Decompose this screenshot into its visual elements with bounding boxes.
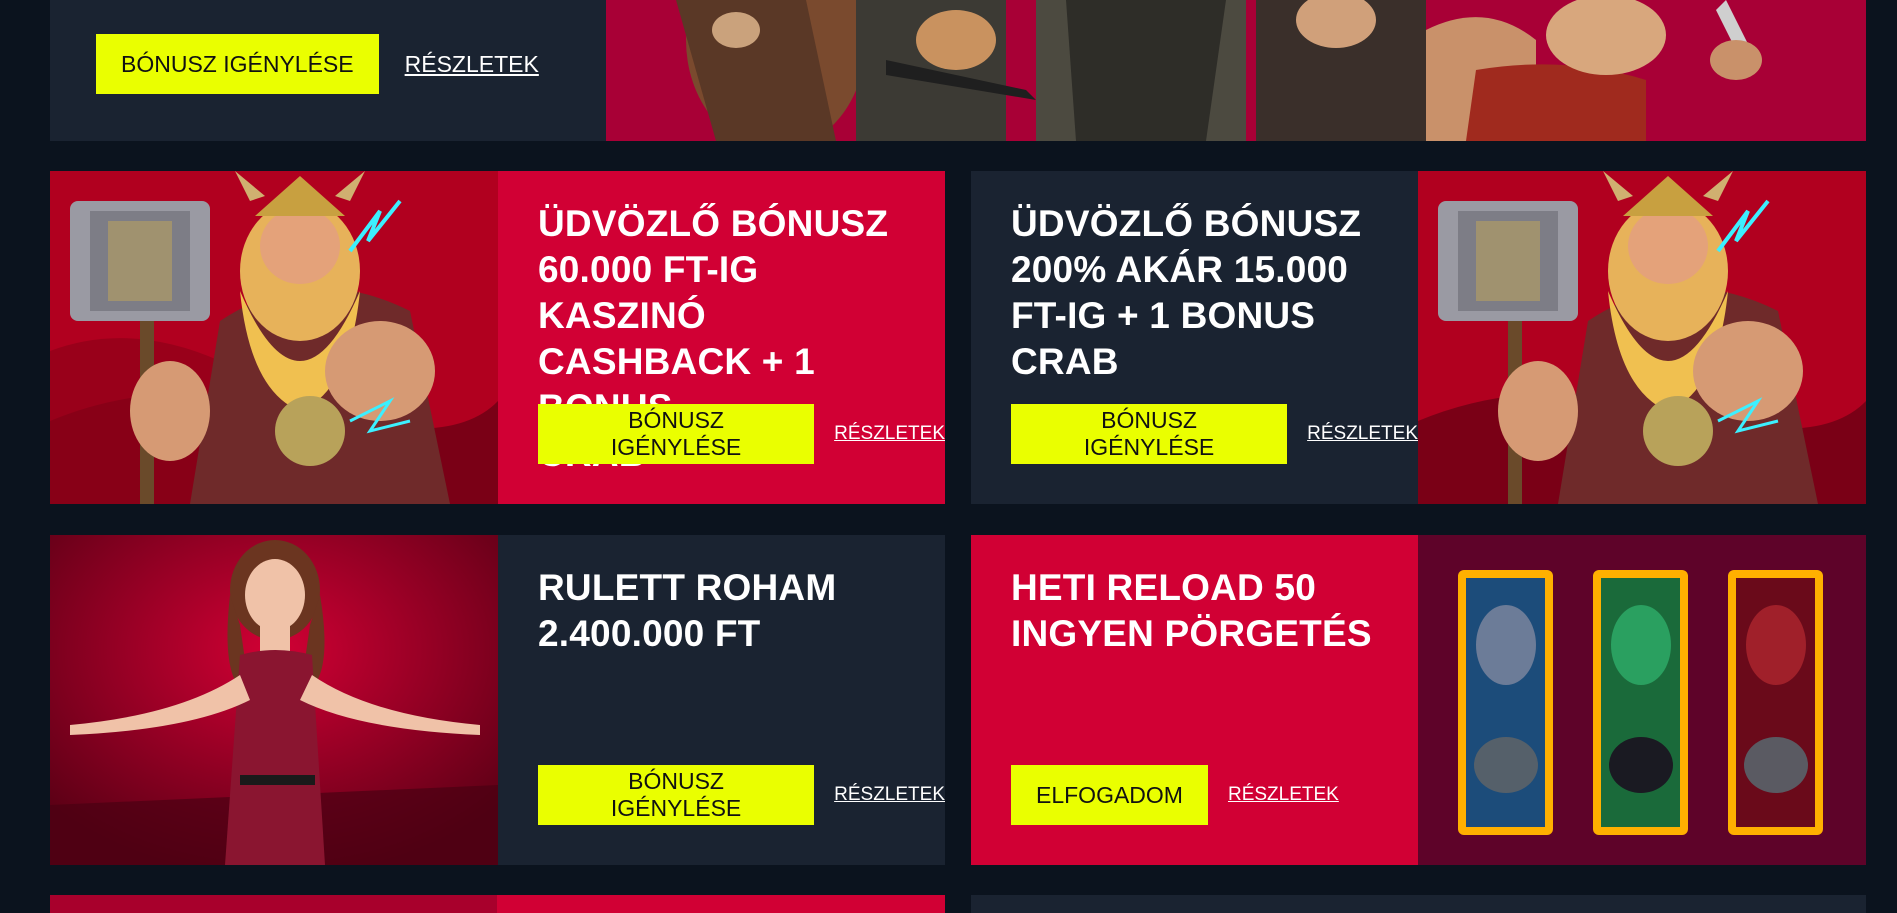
promo-title: RULETT ROHAM 2.400.000 FT xyxy=(538,565,915,657)
promo-panel: RULETT ROHAM 2.400.000 FT BÓNUSZ IGÉNYLÉ… xyxy=(498,535,945,865)
promo-title-line: FT-IG + 1 BONUS CRAB xyxy=(1011,295,1316,382)
details-link[interactable]: RÉSZLETEK xyxy=(405,51,539,78)
three-warrior-slot-reels-art xyxy=(1418,535,1866,865)
promo-title-line: INGYEN PÖRGETÉS xyxy=(1011,613,1372,654)
promo-title: ÜDVÖZLŐ BÓNUSZ 200% AKÁR 15.000 FT-IG + … xyxy=(1011,201,1388,385)
partial-card-panel xyxy=(971,895,1866,913)
partial-card-image xyxy=(50,895,497,913)
claim-bonus-button[interactable]: BÓNUSZ IGÉNYLÉSE xyxy=(538,765,815,825)
promo-panel: HETI RELOAD 50 INGYEN PÖRGETÉS ELFOGADOM… xyxy=(971,535,1418,865)
promo-card-roulette: RULETT ROHAM 2.400.000 FT BÓNUSZ IGÉNYLÉ… xyxy=(50,535,945,865)
viking-god-with-hammer-art xyxy=(1418,171,1866,504)
promo-image xyxy=(50,535,498,865)
promo-title-line: ÜDVÖZLŐ BÓNUSZ xyxy=(1011,203,1362,244)
claim-bonus-button[interactable]: BÓNUSZ IGÉNYLÉSE xyxy=(538,404,815,464)
promo-card-welcome-200: ÜDVÖZLŐ BÓNUSZ 200% AKÁR 15.000 FT-IG + … xyxy=(971,171,1866,504)
promo-title-line: ÜDVÖZLŐ BÓNUSZ xyxy=(538,203,889,244)
promo-card-top: BÓNUSZ IGÉNYLÉSE RÉSZLETEK xyxy=(50,0,1866,141)
promo-actions: BÓNUSZ IGÉNYLÉSE RÉSZLETEK xyxy=(538,404,945,464)
promo-title-line: 60.000 FT-IG KASZINÓ xyxy=(538,249,759,336)
details-link[interactable]: RÉSZLETEK xyxy=(1307,423,1418,445)
promo-card-top-panel: BÓNUSZ IGÉNYLÉSE RÉSZLETEK xyxy=(50,0,606,141)
partial-card-panel xyxy=(497,895,945,913)
details-link[interactable]: RÉSZLETEK xyxy=(1228,784,1339,806)
cowboys-banner-image xyxy=(606,0,1866,141)
promo-title-line: HETI RELOAD 50 xyxy=(1011,567,1317,608)
cowboys-banner-art xyxy=(606,0,1866,141)
promo-image xyxy=(50,171,498,504)
promo-title: HETI RELOAD 50 INGYEN PÖRGETÉS xyxy=(1011,565,1388,657)
promo-image xyxy=(1418,535,1866,865)
promo-card-weekly-reload: HETI RELOAD 50 INGYEN PÖRGETÉS ELFOGADOM… xyxy=(971,535,1866,865)
promo-title-line: 200% AKÁR 15.000 xyxy=(1011,249,1349,290)
promo-actions: BÓNUSZ IGÉNYLÉSE RÉSZLETEK xyxy=(1011,404,1418,464)
promo-panel: ÜDVÖZLŐ BÓNUSZ 60.000 FT-IG KASZINÓ CASH… xyxy=(498,171,945,504)
viking-god-with-hammer-art xyxy=(50,171,498,504)
promo-card-top-actions: BÓNUSZ IGÉNYLÉSE RÉSZLETEK xyxy=(96,34,539,94)
claim-bonus-button[interactable]: BÓNUSZ IGÉNYLÉSE xyxy=(96,34,379,94)
promo-panel: ÜDVÖZLŐ BÓNUSZ 200% AKÁR 15.000 FT-IG + … xyxy=(971,171,1418,504)
accept-button[interactable]: ELFOGADOM xyxy=(1011,765,1208,825)
claim-bonus-button[interactable]: BÓNUSZ IGÉNYLÉSE xyxy=(1011,404,1288,464)
details-link[interactable]: RÉSZLETEK xyxy=(834,423,945,445)
woman-in-red-dress-art xyxy=(50,535,498,865)
promo-actions: BÓNUSZ IGÉNYLÉSE RÉSZLETEK xyxy=(538,765,945,825)
promo-title-line: RULETT ROHAM xyxy=(538,567,837,608)
promo-image xyxy=(1418,171,1866,504)
promo-actions: ELFOGADOM RÉSZLETEK xyxy=(1011,765,1339,825)
promo-title-line: 2.400.000 FT xyxy=(538,613,761,654)
details-link[interactable]: RÉSZLETEK xyxy=(834,784,945,806)
promo-card-welcome-cashback: ÜDVÖZLŐ BÓNUSZ 60.000 FT-IG KASZINÓ CASH… xyxy=(50,171,945,504)
